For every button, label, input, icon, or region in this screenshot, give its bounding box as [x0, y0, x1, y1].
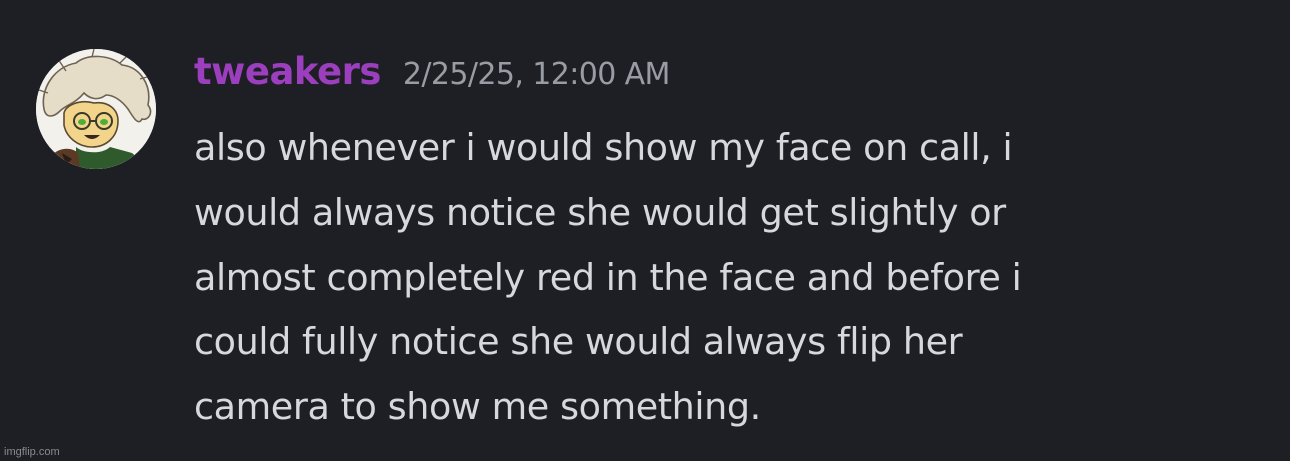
watermark: imgflip.com — [4, 446, 60, 458]
message-body: also whenever i would show my face on ca… — [194, 116, 1264, 440]
username[interactable]: tweakers — [194, 50, 381, 93]
message-line: could fully notice she would always flip… — [194, 320, 963, 364]
message-line: also whenever i would show my face on ca… — [194, 126, 1013, 169]
user-avatar[interactable] — [36, 49, 156, 169]
timestamp: 2/25/25, 12:00 AM — [402, 57, 671, 92]
message-header: tweakers 2/25/25, 12:00 AM — [194, 50, 670, 100]
message-line: would always notice she would get slight… — [194, 190, 1006, 234]
chat-message: tweakers 2/25/25, 12:00 AM also whenever … — [0, 0, 1290, 461]
user-avatar-icon — [36, 49, 156, 169]
message-line: almost completely red in the face and be… — [194, 255, 1022, 299]
message-line: camera to show me something. — [194, 385, 761, 429]
